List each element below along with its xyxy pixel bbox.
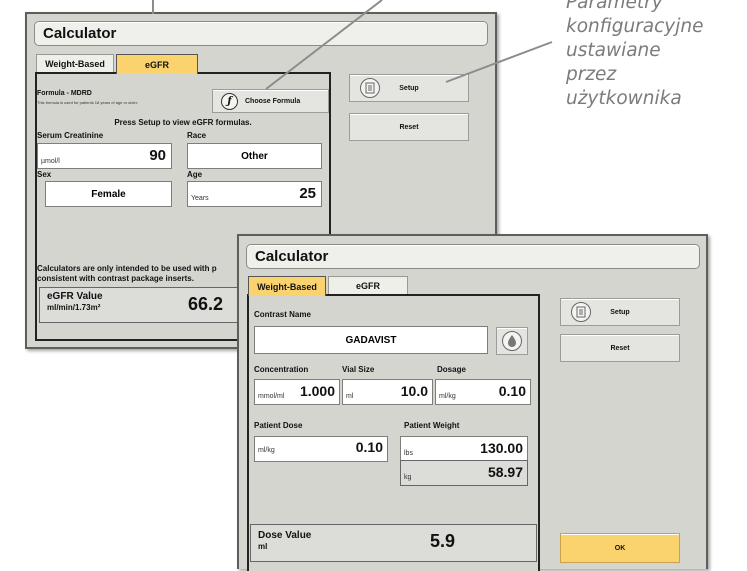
tab-egfr[interactable]: eGFR	[328, 276, 408, 294]
concentration-unit: mmol/ml	[258, 393, 285, 400]
dosage-field[interactable]: ml/kg 0.10	[435, 379, 531, 405]
dosage-label: Dosage	[437, 365, 466, 374]
race-value: Other	[241, 150, 268, 162]
tab-label: eGFR	[144, 59, 169, 70]
race-field[interactable]: Other	[187, 143, 322, 169]
window-title: Calculator	[43, 25, 117, 42]
age-field[interactable]: Years 25	[187, 181, 322, 207]
window-title-bar: Calculator	[34, 21, 488, 46]
disclaimer-line-1: Calculators are only intended to be used…	[37, 264, 217, 273]
serum-creatinine-label: Serum Creatinine	[37, 131, 104, 140]
reset-label: Reset	[610, 344, 630, 352]
function-icon: ƒ	[221, 92, 238, 110]
contrast-name-field[interactable]: GADAVIST	[254, 326, 488, 354]
vial-size-label: Vial Size	[342, 365, 375, 374]
reset-button[interactable]: Reset	[349, 113, 469, 141]
dose-result-readout: Dose Value ml 5.9	[250, 524, 537, 562]
patient-weight-lbs-unit: lbs	[404, 450, 413, 457]
reset-button[interactable]: Reset	[560, 334, 680, 362]
setup-button[interactable]: Setup	[560, 298, 680, 326]
list-icon	[360, 78, 380, 98]
egfr-result-label: eGFR Value	[47, 291, 103, 302]
weight-based-panel: Contrast Name GADAVIST Concentration mmo…	[247, 294, 540, 571]
weight-based-calculator-window: Calculator Weight-Based eGFR Contrast Na…	[237, 234, 708, 571]
patient-weight-kg-unit: kg	[404, 474, 412, 481]
serum-creatinine-unit: µmol/l	[41, 158, 60, 165]
annotation-line: przez	[566, 64, 617, 85]
concentration-field[interactable]: mmol/ml 1.000	[254, 379, 340, 405]
setup-label: Setup	[399, 84, 419, 92]
egfr-result-unit: ml/min/1.73m²	[47, 303, 101, 312]
age-value: 25	[299, 185, 316, 202]
sex-field[interactable]: Female	[45, 181, 172, 207]
tab-label: Weight-Based	[257, 281, 317, 292]
annotation-line: ustawiane	[566, 40, 661, 61]
patient-weight-kg-readout: kg 58.97	[400, 460, 528, 486]
choose-formula-label: Choose Formula	[245, 97, 301, 105]
setup-button[interactable]: Setup	[349, 74, 469, 102]
age-unit: Years	[191, 195, 209, 202]
vial-size-field[interactable]: ml 10.0	[342, 379, 433, 405]
window-title-bar: Calculator	[246, 244, 700, 269]
setup-label: Setup	[610, 308, 630, 316]
vial-size-unit: ml	[346, 393, 354, 400]
tab-label: Weight-Based	[45, 58, 105, 69]
list-icon	[571, 302, 591, 322]
annotation-line: konfiguracyjne	[566, 16, 704, 37]
serum-creatinine-field[interactable]: µmol/l 90	[37, 143, 172, 169]
patient-dose-unit: ml/kg	[258, 447, 275, 454]
patient-dose-label: Patient Dose	[254, 421, 303, 430]
drop-icon	[502, 331, 522, 351]
contrast-picker-button[interactable]	[496, 327, 528, 355]
formula-note: This formula is used for patients 18 yea…	[37, 100, 138, 105]
race-label: Race	[187, 131, 207, 140]
serum-creatinine-value: 90	[149, 147, 166, 164]
tab-egfr[interactable]: eGFR	[116, 54, 198, 74]
dosage-unit: ml/kg	[439, 393, 456, 400]
choose-formula-button[interactable]: ƒ Choose Formula	[212, 89, 329, 113]
dose-result-value: 5.9	[430, 531, 456, 551]
contrast-name-value: GADAVIST	[345, 334, 397, 346]
sex-label: Sex	[37, 170, 52, 179]
setup-hint: Press Setup to view eGFR formulas.	[114, 118, 252, 127]
tab-weight-based[interactable]: Weight-Based	[36, 54, 114, 72]
age-label: Age	[187, 170, 203, 179]
patient-weight-lbs-field[interactable]: lbs 130.00	[400, 436, 528, 462]
dosage-value: 0.10	[498, 383, 526, 399]
dose-result-unit: ml	[258, 542, 268, 551]
tab-weight-based[interactable]: Weight-Based	[248, 276, 326, 296]
patient-weight-lbs-value: 130.00	[480, 440, 523, 456]
annotation-line: Parametry	[566, 0, 663, 13]
annotation-text: Parametry konfiguracyjne ustawiane przez…	[566, 0, 747, 111]
patient-weight-label: Patient Weight	[404, 421, 460, 430]
patient-dose-value: 0.10	[355, 439, 383, 455]
ok-button[interactable]: OK	[560, 533, 680, 563]
formula-title: Formula - MDRD	[37, 90, 92, 97]
patient-weight-kg-value: 58.97	[487, 464, 523, 480]
window-title: Calculator	[255, 248, 329, 265]
vial-size-value: 10.0	[400, 383, 428, 399]
disclaimer-line-2: consistent with contrast package inserts…	[37, 274, 194, 283]
concentration-label: Concentration	[254, 365, 309, 374]
egfr-result-value: 66.2	[188, 294, 224, 314]
annotation-line: użytkownika	[566, 88, 682, 109]
concentration-value: 1.000	[299, 383, 335, 399]
patient-dose-field[interactable]: ml/kg 0.10	[254, 436, 388, 462]
ok-label: OK	[614, 544, 626, 552]
dose-result-label: Dose Value	[258, 530, 312, 541]
reset-label: Reset	[399, 123, 419, 131]
contrast-name-label: Contrast Name	[254, 310, 311, 319]
sex-value: Female	[91, 188, 126, 200]
tab-label: eGFR	[355, 280, 380, 291]
